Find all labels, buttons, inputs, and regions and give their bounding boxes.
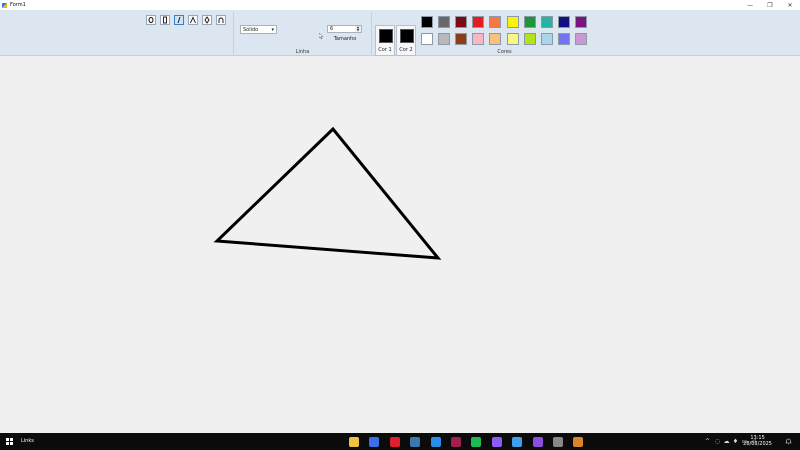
line-style-dropdown[interactable]: Sólido ▾: [240, 25, 277, 34]
line-icon: [177, 16, 181, 24]
palette-swatch[interactable]: [540, 33, 553, 45]
clock[interactable]: 13:15 28/03/2025: [743, 435, 772, 447]
title-bar: Form1 — ❐ ✕: [0, 0, 800, 10]
github-icon[interactable]: [491, 437, 502, 447]
vscode-icon[interactable]: [430, 437, 441, 447]
size-stepper-buttons: ▲ ▼: [355, 26, 361, 32]
microphone-icon[interactable]: ♦: [731, 437, 740, 446]
size-down-icon[interactable]: ▼: [355, 29, 361, 32]
color2-selector[interactable]: Cor 2: [396, 25, 416, 56]
color1-label: Cor 1: [378, 47, 392, 53]
color1-selector[interactable]: Cor 1: [375, 25, 395, 56]
palette-swatch[interactable]: [574, 33, 587, 45]
palette-swatch[interactable]: [455, 33, 468, 45]
chrome-icon[interactable]: [553, 437, 563, 447]
palette-swatch[interactable]: [506, 16, 519, 28]
color2-swatch: [400, 29, 414, 43]
app-icon[interactable]: [451, 437, 461, 447]
ellipse-tool[interactable]: [146, 15, 156, 25]
curve-tool[interactable]: [216, 15, 226, 25]
maximize-button[interactable]: ❐: [760, 0, 780, 10]
network-icon[interactable]: ◌: [713, 437, 722, 446]
drawing-surface: [213, 126, 442, 260]
minimize-button[interactable]: —: [740, 0, 760, 10]
opera-icon[interactable]: [389, 437, 400, 447]
taskbar: Links ^ ◌ ☁ ♦ ▭ ◁ 13:15 28/03/2025: [0, 433, 800, 450]
palette-swatch[interactable]: [574, 16, 587, 28]
color1-swatch: [379, 29, 393, 43]
triangle-tool[interactable]: [188, 15, 198, 25]
rhombus-tool[interactable]: [202, 15, 212, 25]
cloud-icon[interactable]: ☁: [722, 437, 731, 446]
paint-app-icon[interactable]: [573, 437, 584, 447]
steam-icon[interactable]: [410, 437, 421, 447]
linha-group-label: Linha: [295, 49, 310, 55]
palette-swatch[interactable]: [540, 16, 553, 28]
windows-start-icon[interactable]: [6, 438, 13, 445]
palette-swatch[interactable]: [421, 33, 433, 45]
palette-swatch[interactable]: [438, 16, 451, 28]
window-controls: — ❐ ✕: [740, 0, 800, 10]
rectangle-tool[interactable]: [160, 15, 170, 25]
window-title: Form1: [10, 2, 26, 8]
spotify-icon[interactable]: [471, 437, 482, 447]
shapes-group: [140, 10, 324, 56]
app-icon: [2, 2, 7, 8]
triangle-icon: [190, 16, 196, 24]
browser-icon[interactable]: [369, 437, 380, 447]
clock-date: 28/03/2025: [743, 441, 772, 447]
size-stepper[interactable]: 6 ▲ ▼: [327, 25, 362, 33]
palette-swatch[interactable]: [421, 16, 433, 28]
notification-bell-icon[interactable]: [785, 438, 792, 445]
chevron-down-icon: ▾: [271, 27, 274, 33]
palette-swatch[interactable]: [489, 16, 502, 28]
mail-icon[interactable]: [512, 437, 523, 447]
drawing-canvas[interactable]: [0, 57, 800, 433]
ellipse-icon: [148, 17, 154, 23]
palette-swatch[interactable]: [489, 33, 502, 45]
file-explorer-icon[interactable]: [349, 437, 359, 447]
chevron-up-icon[interactable]: ^: [703, 437, 712, 446]
color2-label: Cor 2: [399, 47, 413, 53]
size-label: Tamanho: [333, 36, 357, 42]
palette-swatch[interactable]: [557, 16, 570, 28]
curve-icon: [218, 17, 224, 23]
visual-studio-icon[interactable]: [532, 437, 543, 447]
palette-swatch[interactable]: [472, 33, 485, 45]
line-style-value: Sólido: [243, 26, 259, 33]
rectangle-icon: [163, 16, 167, 24]
drawn-triangle: [213, 126, 442, 260]
size-value: 6: [330, 26, 334, 32]
palette-swatch[interactable]: [455, 16, 468, 28]
line-tool[interactable]: [174, 15, 184, 25]
palette-swatch[interactable]: [438, 33, 451, 45]
rhombus-icon: [204, 16, 210, 24]
close-button[interactable]: ✕: [780, 0, 800, 10]
palette-swatch[interactable]: [472, 16, 485, 28]
palette-swatch[interactable]: [506, 33, 519, 45]
palette-swatch[interactable]: [557, 33, 570, 45]
palette-swatch[interactable]: [523, 33, 536, 45]
palette-swatch[interactable]: [523, 16, 536, 28]
taskbar-search-label[interactable]: Links: [21, 438, 34, 444]
ribbon: Linha Sólido ▾ 6 ▲ ▼ Tamanho Cores Cor 1…: [0, 10, 800, 56]
